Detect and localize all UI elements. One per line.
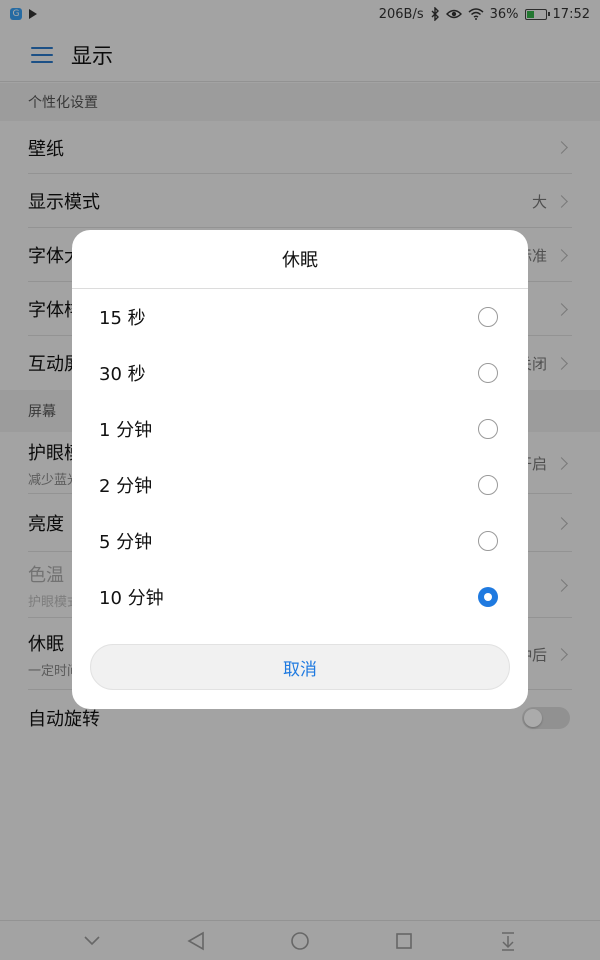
option-label: 15 秒 — [99, 308, 146, 329]
radio-button[interactable] — [478, 531, 498, 551]
sleep-dialog: 休眠 15 秒 30 秒 1 分钟 2 分钟 5 分钟 10 分钟 取消 — [72, 230, 528, 709]
cancel-button[interactable]: 取消 — [90, 644, 510, 690]
sleep-option-5min[interactable]: 5 分钟 — [72, 513, 528, 569]
option-label: 2 分钟 — [99, 476, 153, 497]
sleep-option-10min[interactable]: 10 分钟 — [72, 569, 528, 625]
radio-button[interactable] — [478, 363, 498, 383]
sleep-option-2min[interactable]: 2 分钟 — [72, 457, 528, 513]
radio-button[interactable] — [478, 419, 498, 439]
radio-button[interactable] — [478, 475, 498, 495]
sleep-option-15s[interactable]: 15 秒 — [72, 289, 528, 345]
dialog-title: 休眠 — [72, 230, 528, 289]
radio-button[interactable] — [478, 307, 498, 327]
option-label: 1 分钟 — [99, 420, 153, 441]
option-label: 30 秒 — [99, 364, 146, 385]
sleep-option-30s[interactable]: 30 秒 — [72, 345, 528, 401]
radio-button-selected[interactable] — [478, 587, 498, 607]
sleep-option-1min[interactable]: 1 分钟 — [72, 401, 528, 457]
option-label: 10 分钟 — [99, 588, 164, 609]
option-label: 5 分钟 — [99, 532, 153, 553]
